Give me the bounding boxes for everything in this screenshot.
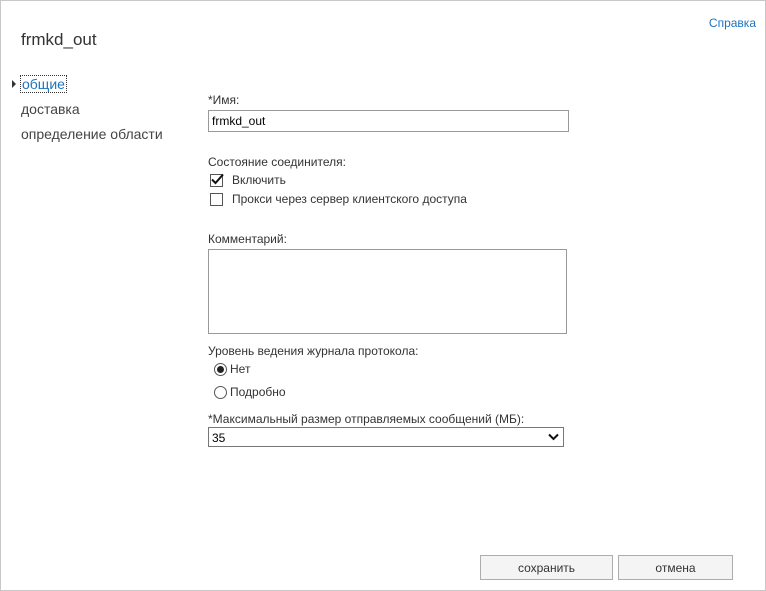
save-button[interactable]: сохранить	[480, 555, 613, 580]
nav-arrow-icon	[12, 80, 16, 88]
comment-label: Комментарий:	[208, 232, 287, 246]
logging-none-radio[interactable]	[214, 362, 227, 376]
logging-verbose-label: Подробно	[230, 385, 286, 399]
comment-textarea[interactable]	[208, 249, 567, 334]
logging-none-label: Нет	[230, 362, 251, 376]
max-size-value: 35	[212, 431, 226, 445]
checkmark-icon	[211, 173, 224, 184]
nav-item-scoping[interactable]: определение области	[21, 126, 163, 142]
connector-state-label: Состояние соединителя:	[208, 155, 346, 169]
enable-checkbox-label: Включить	[232, 173, 286, 187]
max-size-select[interactable]: 35	[208, 427, 564, 447]
protocol-logging-label: Уровень ведения журнала протокола:	[208, 344, 419, 358]
logging-verbose-radio[interactable]	[214, 385, 227, 399]
radio-selected-dot	[217, 365, 224, 373]
name-input[interactable]	[208, 110, 569, 132]
proxy-checkbox[interactable]	[210, 192, 223, 206]
page-title: frmkd_out	[21, 30, 97, 49]
enable-checkbox-row[interactable]: Включить	[210, 173, 286, 187]
proxy-checkbox-label: Прокси через сервер клиентского доступа	[232, 192, 467, 206]
cancel-button[interactable]: отмена	[618, 555, 733, 580]
nav-item-delivery[interactable]: доставка	[21, 101, 80, 117]
nav-item-general[interactable]: общие	[20, 75, 67, 93]
help-link[interactable]: Справка	[709, 16, 756, 30]
logging-verbose-row[interactable]: Подробно	[214, 385, 286, 399]
max-size-label: *Максимальный размер отправляемых сообще…	[208, 412, 525, 426]
proxy-checkbox-row[interactable]: Прокси через сервер клиентского доступа	[210, 192, 467, 206]
enable-checkbox[interactable]	[210, 173, 224, 187]
name-label: *Имя:	[208, 93, 240, 107]
chevron-down-icon	[548, 433, 559, 441]
logging-none-row[interactable]: Нет	[214, 362, 250, 376]
